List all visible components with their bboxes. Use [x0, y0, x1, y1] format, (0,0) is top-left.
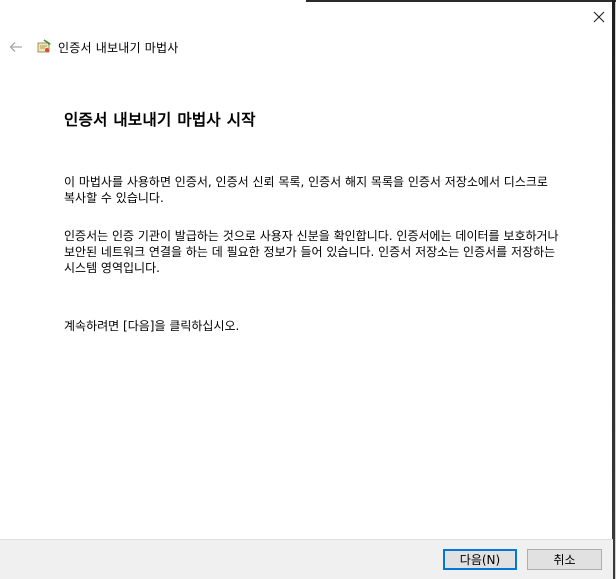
- background-window-edge: [306, 0, 616, 2]
- certificate-description-paragraph: 인증서는 인증 기관이 발급하는 것으로 사용자 신분을 확인합니다. 인증서에…: [64, 229, 559, 275]
- certificate-wizard-icon: [36, 39, 52, 55]
- continue-instruction: 계속하려면 [다음]을 클릭하십시오.: [64, 319, 240, 333]
- back-arrow-icon: [9, 38, 23, 57]
- wizard-title: 인증서 내보내기 마법사: [58, 40, 179, 55]
- close-icon: [593, 11, 605, 23]
- background-window-edge-right: [612, 0, 615, 579]
- wizard-footer: 다음(N) 취소: [0, 539, 613, 579]
- wizard-header: 인증서 내보내기 마법사: [8, 36, 178, 58]
- wizard-content: 인증서 내보내기 마법사 시작 이 마법사를 사용하면 인증서, 인증서 신뢰 …: [64, 108, 574, 354]
- certificate-export-wizard-window: 인증서 내보내기 마법사 인증서 내보내기 마법사 시작 이 마법사를 사용하면…: [0, 0, 616, 579]
- intro-paragraph: 이 마법사를 사용하면 인증서, 인증서 신뢰 목록, 인증서 해지 목록을 인…: [64, 175, 548, 205]
- back-button[interactable]: [8, 39, 24, 55]
- next-button[interactable]: 다음(N): [443, 549, 517, 570]
- page-title: 인증서 내보내기 마법사 시작: [64, 111, 256, 129]
- close-button[interactable]: [588, 6, 610, 28]
- cancel-button[interactable]: 취소: [527, 549, 602, 570]
